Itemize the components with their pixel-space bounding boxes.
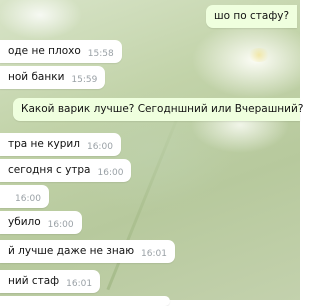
message-text: оде не плохо (8, 45, 81, 57)
incoming-message[interactable]: й лучше даже не знаю 16:01 (0, 240, 175, 263)
outgoing-message[interactable]: шо по стафу? (206, 5, 298, 28)
message-text: тра не курил (8, 138, 80, 150)
message-text: сегодня с утра (8, 164, 91, 176)
message-time: 16:01 (141, 249, 167, 259)
wallpaper-flower (248, 48, 270, 62)
outgoing-message[interactable]: Какой варик лучше? Сегодншний или Вчераш… (13, 98, 304, 121)
message-text: убило (8, 216, 41, 228)
partial-message[interactable] (0, 296, 170, 306)
incoming-message[interactable]: оде не плохо 15:58 (0, 40, 122, 63)
incoming-message[interactable]: убило 16:00 (0, 211, 82, 234)
incoming-message[interactable]: ний стаф 16:01 (0, 270, 101, 293)
message-time: 15:58 (87, 49, 114, 59)
message-text: ной банки (8, 71, 65, 83)
incoming-message[interactable]: сегодня с утра 16:00 (0, 159, 132, 182)
message-text: шо по стафу? (214, 10, 290, 22)
incoming-message[interactable]: тра не курил 16:00 (0, 133, 121, 156)
message-time: 15:59 (71, 75, 98, 85)
message-time: 16:00 (47, 220, 74, 230)
message-text: й лучше даже не знаю (8, 245, 135, 257)
incoming-message[interactable]: ной банки 15:59 (0, 66, 106, 89)
message-time: 16:00 (97, 168, 124, 178)
incoming-message[interactable]: 16:00 (0, 185, 49, 208)
message-time: 16:01 (66, 279, 93, 289)
message-text: Какой варик лучше? Сегодншний или Вчераш… (21, 103, 304, 115)
message-text: ний стаф (8, 275, 60, 287)
message-time: 16:00 (86, 142, 113, 152)
message-time: 16:00 (15, 194, 41, 204)
